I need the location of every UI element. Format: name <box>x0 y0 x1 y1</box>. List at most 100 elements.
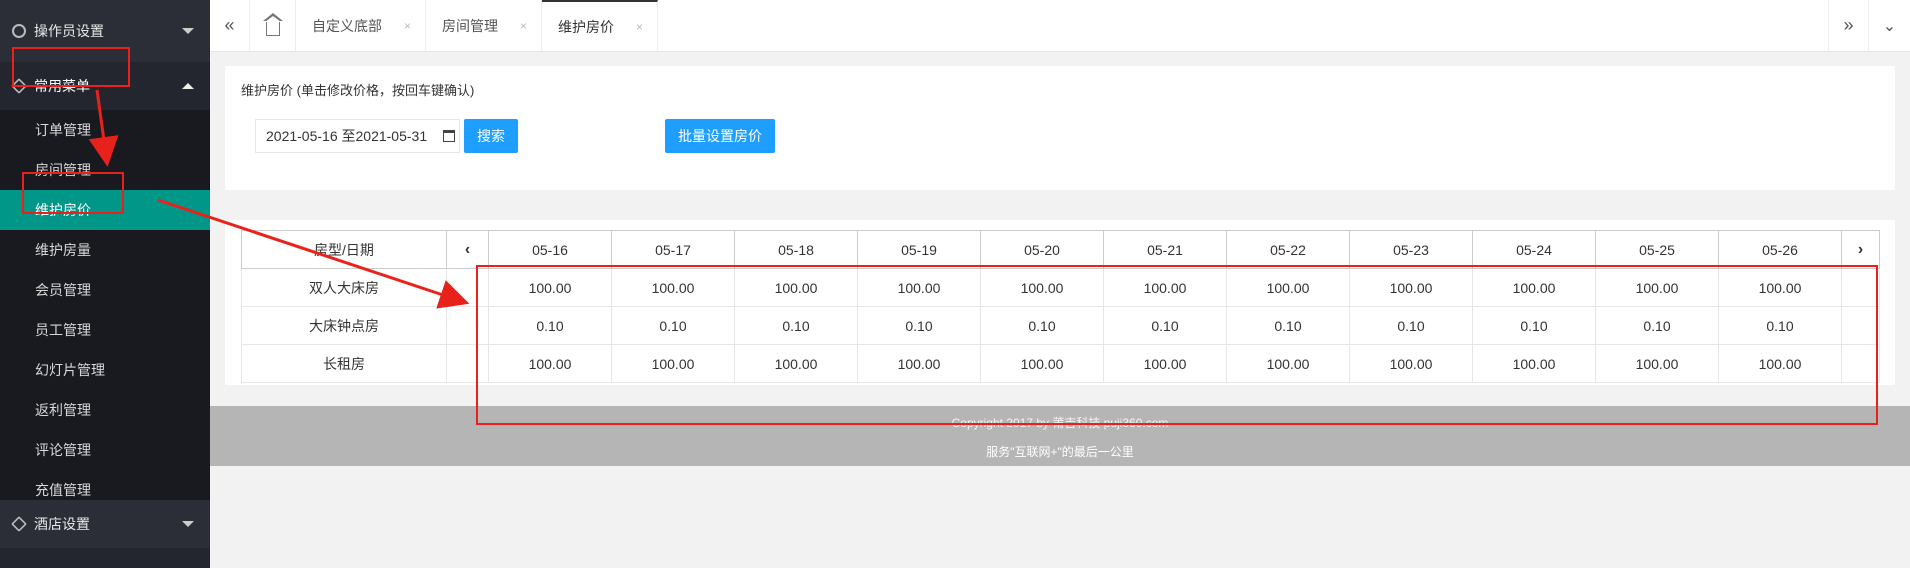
sidebar-item-staff[interactable]: 员工管理 <box>0 310 210 350</box>
price-cell[interactable]: 100.00 <box>1349 268 1473 307</box>
price-cell[interactable]: 0.10 <box>1595 306 1719 345</box>
price-cell[interactable]: 100.00 <box>1718 344 1842 383</box>
table-header-row: 房型/日期 ‹ 05-16 05-17 05-18 05-19 05-20 05-21 05… <box>241 230 1880 269</box>
prev-dates-button[interactable]: ‹ <box>446 230 489 269</box>
gear-icon <box>12 24 26 38</box>
price-cell[interactable]: 100.00 <box>1595 344 1719 383</box>
price-cell[interactable]: 0.10 <box>734 306 858 345</box>
slogan-text: 服务"互联网+"的最后一公里 <box>986 445 1134 459</box>
sidebar-group-operator-settings[interactable]: 操作员设置 <box>0 0 210 62</box>
price-cell[interactable]: 100.00 <box>1472 268 1596 307</box>
price-cell[interactable]: 100.00 <box>1718 268 1842 307</box>
tab-custom-footer[interactable]: 自定义底部 × <box>296 0 427 51</box>
date-header: 05-26 <box>1718 230 1842 269</box>
price-table-panel: 房型/日期 ‹ 05-16 05-17 05-18 05-19 05-20 05-21 05… <box>225 220 1895 385</box>
sidebar: 操作员设置 常用菜单 订单管理 房间管理 维护房价 维护房量 会员管理 员工管理… <box>0 0 210 568</box>
date-range-value: 2021-05-16 至2021-05-31 <box>266 128 428 144</box>
sidebar-group-label: 常用菜单 <box>34 78 90 94</box>
price-cell[interactable]: 0.10 <box>1472 306 1596 345</box>
tab-label: 房间管理 <box>442 17 499 34</box>
footer: Copyright 2017 by 莆吉科技 puji360.com 服务"互联… <box>210 406 1910 466</box>
search-button[interactable]: 搜索 <box>464 119 518 153</box>
page-title: 维护房价 (单击修改价格，按回车键确认) <box>241 83 475 98</box>
price-cell[interactable]: 0.10 <box>1226 306 1350 345</box>
sidebar-item-rooms[interactable]: 房间管理 <box>0 150 210 190</box>
price-cell[interactable]: 0.10 <box>980 306 1104 345</box>
sidebar-group-common-menu[interactable]: 常用菜单 <box>0 62 210 110</box>
price-cell[interactable]: 100.00 <box>488 268 612 307</box>
price-cell[interactable]: 0.10 <box>488 306 612 345</box>
sidebar-item-orders[interactable]: 订单管理 <box>0 110 210 150</box>
date-range-input[interactable]: 2021-05-16 至2021-05-31 <box>255 119 460 153</box>
sidebar-item-rebates[interactable]: 返利管理 <box>0 390 210 430</box>
batch-set-price-button[interactable]: 批量设置房价 <box>665 119 775 153</box>
home-icon <box>262 12 283 36</box>
spacer-cell <box>1841 344 1880 383</box>
caret-up-icon <box>182 83 194 89</box>
price-cell[interactable]: 100.00 <box>611 268 735 307</box>
room-type-cell: 大床钟点房 <box>241 306 447 345</box>
sidebar-group-label: 酒店设置 <box>34 516 90 532</box>
price-cell[interactable]: 100.00 <box>857 344 981 383</box>
tab-options-dropdown[interactable]: ⌄ <box>1868 0 1910 51</box>
copyright-text: Copyright 2017 by 莆吉科技 puji360.com <box>951 416 1169 430</box>
price-cell[interactable]: 100.00 <box>1595 268 1719 307</box>
price-cell[interactable]: 100.00 <box>1226 268 1350 307</box>
scroll-tabs-right-button[interactable]: » <box>1828 0 1868 51</box>
chevron-left-icon: ‹ <box>464 240 471 258</box>
sidebar-item-room-inventory[interactable]: 维护房量 <box>0 230 210 270</box>
sidebar-submenu: 订单管理 房间管理 维护房价 维护房量 会员管理 员工管理 幻灯片管理 返利管理… <box>0 110 210 510</box>
chevron-down-icon: ⌄ <box>1882 17 1897 35</box>
filter-panel: 维护房价 (单击修改价格，按回车键确认) 2021-05-16 至2021-05… <box>225 66 1895 190</box>
price-cell[interactable]: 100.00 <box>1103 268 1227 307</box>
tab-label: 维护房价 <box>558 18 615 35</box>
sidebar-item-reviews[interactable]: 评论管理 <box>0 430 210 470</box>
price-cell[interactable]: 0.10 <box>1718 306 1842 345</box>
tab-room-management[interactable]: 房间管理 × <box>426 0 543 51</box>
sidebar-item-slides[interactable]: 幻灯片管理 <box>0 350 210 390</box>
price-cell[interactable]: 100.00 <box>857 268 981 307</box>
close-icon[interactable]: × <box>404 19 411 33</box>
tab-bar-spacer <box>658 0 1828 51</box>
price-cell[interactable]: 0.10 <box>1103 306 1227 345</box>
close-icon[interactable]: × <box>520 19 527 33</box>
price-cell[interactable]: 100.00 <box>1472 344 1596 383</box>
caret-down-icon <box>182 28 194 34</box>
tab-room-prices[interactable]: 维护房价 × <box>542 0 659 51</box>
sidebar-item-room-prices[interactable]: 维护房价 <box>0 190 210 230</box>
price-cell[interactable]: 100.00 <box>980 268 1104 307</box>
next-dates-button[interactable]: › <box>1841 230 1880 269</box>
price-cell[interactable]: 100.00 <box>734 268 858 307</box>
price-cell[interactable]: 100.00 <box>1103 344 1227 383</box>
scroll-tabs-left-button[interactable]: « <box>210 0 250 51</box>
double-chevron-right-icon: » <box>1843 15 1854 35</box>
table-row: 大床钟点房 0.10 0.10 0.10 0.10 0.10 0.10 0.10 0.10 0.1… <box>241 306 1880 345</box>
calendar-icon <box>443 130 455 142</box>
close-icon[interactable]: × <box>636 20 643 34</box>
spacer-cell <box>446 344 489 383</box>
sidebar-item-members[interactable]: 会员管理 <box>0 270 210 310</box>
double-chevron-left-icon: « <box>224 15 235 35</box>
sidebar-group-label: 操作员设置 <box>34 23 104 39</box>
date-header: 05-22 <box>1226 230 1350 269</box>
sidebar-group-hotel-settings[interactable]: 酒店设置 <box>0 500 210 548</box>
cube-icon <box>11 516 27 532</box>
date-header: 05-20 <box>980 230 1104 269</box>
room-type-cell: 长租房 <box>241 344 447 383</box>
date-header: 05-23 <box>1349 230 1473 269</box>
price-cell[interactable]: 100.00 <box>734 344 858 383</box>
price-cell[interactable]: 100.00 <box>1226 344 1350 383</box>
room-type-cell: 双人大床房 <box>241 268 447 307</box>
table-row: 双人大床房 100.00 100.00 100.00 100.00 100.00 100.0… <box>241 268 1880 307</box>
price-cell[interactable]: 0.10 <box>611 306 735 345</box>
price-cell[interactable]: 100.00 <box>980 344 1104 383</box>
spacer-cell <box>1841 306 1880 345</box>
price-cell[interactable]: 0.10 <box>857 306 981 345</box>
price-cell[interactable]: 0.10 <box>1349 306 1473 345</box>
price-cell[interactable]: 100.00 <box>488 344 612 383</box>
price-cell[interactable]: 100.00 <box>1349 344 1473 383</box>
price-cell[interactable]: 100.00 <box>611 344 735 383</box>
date-header: 05-18 <box>734 230 858 269</box>
home-tab[interactable] <box>250 0 296 51</box>
price-table: 房型/日期 ‹ 05-16 05-17 05-18 05-19 05-20 05-21 05… <box>241 230 1880 383</box>
